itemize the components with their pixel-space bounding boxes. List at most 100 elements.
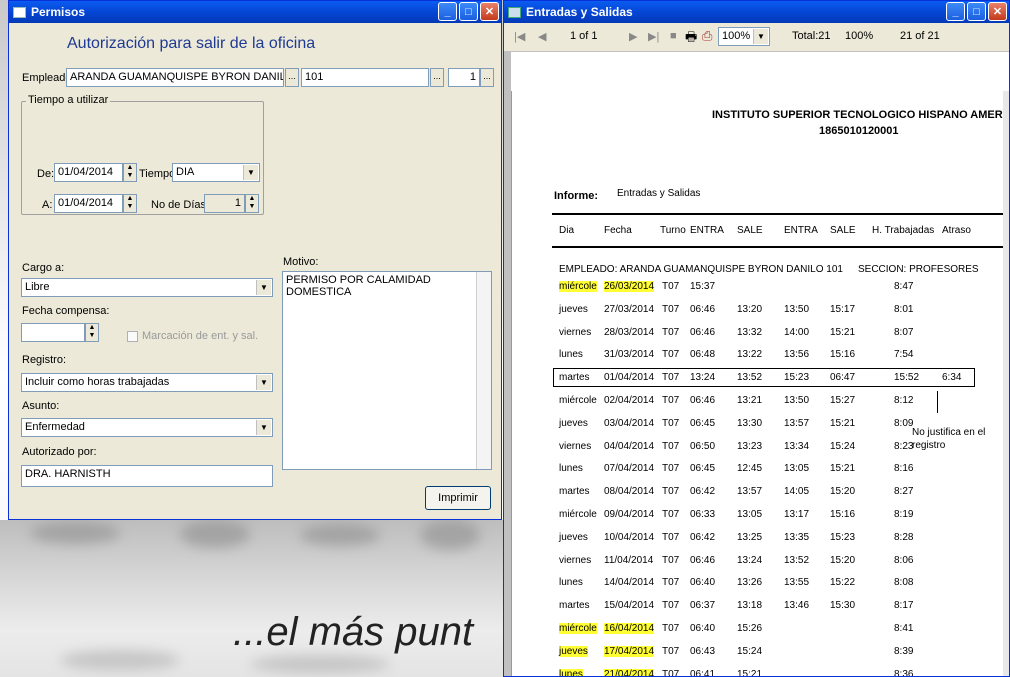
cell-atraso: 6:34 [942, 372, 962, 384]
cell-s1: 15:26 [737, 623, 763, 634]
cell-turno: T07 [662, 417, 680, 429]
dias-input[interactable]: 1 [204, 194, 245, 213]
cell-s2: 15:24 [830, 440, 856, 452]
cell-dia: viernes [559, 440, 592, 452]
cell-turno: T07 [662, 509, 680, 520]
zoom-readout: 100% [845, 30, 874, 42]
maximize-button[interactable]: □ [459, 2, 478, 21]
report-page-top [511, 52, 1009, 91]
spin-down-icon: ▼ [88, 332, 96, 339]
cell-turno: T07 [662, 623, 680, 634]
motivo-scrollbar[interactable] [476, 272, 491, 469]
cell-s1: 13:22 [737, 349, 763, 361]
cell-s1: 13:18 [737, 600, 763, 612]
column-header: Turno [660, 225, 686, 236]
next-page-icon[interactable]: ▶ [629, 30, 637, 43]
cell-dia: miércole [559, 281, 597, 292]
imprimir-button[interactable]: Imprimir [425, 486, 491, 510]
empleado-input[interactable]: ARANDA GUAMANQUISPE BYRON DANILO [66, 68, 284, 87]
code-search-button[interactable]: ... [430, 68, 444, 87]
chevron-down-icon[interactable]: ▼ [256, 375, 271, 390]
cell-ht: 15:52 [894, 372, 920, 384]
export-icon[interactable]: ⎙ [702, 28, 712, 44]
cell-dia: jueves [559, 531, 588, 543]
cell-s1: 13:26 [737, 577, 763, 589]
permisos-titlebar[interactable]: Permisos _ □ ✕ [9, 1, 501, 23]
autorizado-input[interactable]: DRA. HARNISTH [21, 465, 273, 487]
zoom-select[interactable]: 100% ▼ [718, 27, 770, 46]
spin-up-icon: ▲ [126, 164, 134, 171]
fecha-compensa-spinner[interactable]: ▲ ▼ [85, 323, 99, 342]
extra-search-button[interactable]: ... [480, 68, 494, 87]
a-date-input[interactable]: 01/04/2014 [54, 194, 123, 213]
maximize-button[interactable]: □ [967, 2, 986, 21]
cell-ht: 8:36 [894, 668, 914, 676]
registro-select[interactable]: Incluir como horas trabajadas ▼ [21, 373, 273, 392]
entradas-window: Entradas y Salidas _ □ ✕ |◀ ◀ 1 of 1 ▶ ▶… [503, 0, 1010, 677]
cell-s2: 15:17 [830, 303, 856, 315]
first-page-icon[interactable]: |◀ [514, 30, 525, 43]
motivo-textarea[interactable]: PERMISO POR CALAMIDAD DOMESTICA [282, 271, 492, 470]
cell-turno: T07 [662, 281, 680, 292]
cell-s2: 15:16 [830, 509, 856, 520]
de-date-spinner[interactable]: ▲ ▼ [123, 163, 137, 182]
zoom-select-value: 100% [722, 30, 751, 42]
cell-turno: T07 [662, 326, 680, 338]
cell-dia: martes [559, 600, 590, 612]
cell-dia: martes [559, 486, 590, 498]
last-page-icon[interactable]: ▶| [648, 30, 659, 43]
column-header: SALE [737, 225, 763, 236]
chevron-down-icon[interactable]: ▼ [753, 29, 768, 44]
cell-dia: lunes [559, 668, 583, 676]
tiempo-select[interactable]: DIA ▼ [172, 163, 260, 182]
cell-s2: 15:21 [830, 463, 856, 475]
close-button[interactable]: ✕ [988, 2, 1007, 21]
minimize-button[interactable]: _ [946, 2, 965, 21]
cell-s1: 13:20 [737, 303, 763, 315]
cell-ht: 8:23 [894, 440, 914, 452]
print-icon[interactable]: 🖶 [685, 28, 697, 50]
close-button[interactable]: ✕ [480, 2, 499, 21]
cell-e2: 13:50 [784, 395, 810, 406]
cell-dia: viernes [559, 554, 592, 566]
stop-icon[interactable]: ■ [670, 30, 677, 42]
de-date-input[interactable]: 01/04/2014 [54, 163, 123, 182]
empleado-extra-input[interactable]: 1 [448, 68, 480, 87]
asunto-select[interactable]: Enfermedad ▼ [21, 418, 273, 437]
cell-dia: lunes [559, 463, 583, 475]
autorizado-label: Autorizado por: [22, 446, 97, 458]
cell-e2: 13:35 [784, 531, 810, 543]
cell-ht: 8:27 [894, 486, 914, 498]
cell-turno: T07 [662, 600, 680, 612]
cell-e1: 06:40 [690, 577, 716, 589]
marcacion-checkbox[interactable] [127, 331, 138, 342]
cell-e1: 06:42 [690, 531, 716, 543]
cell-ht: 8:19 [894, 509, 914, 520]
registro-label: Registro: [22, 354, 67, 366]
motivo-text: PERMISO POR CALAMIDAD DOMESTICA [286, 274, 431, 298]
empleado-search-button[interactable]: ... [285, 68, 299, 87]
cell-e2: 13:34 [784, 440, 810, 452]
cell-fecha: 15/04/2014 [604, 600, 655, 612]
empleado-code-input[interactable]: 101 [301, 68, 429, 87]
chevron-down-icon[interactable]: ▼ [256, 420, 271, 435]
column-header: SALE [830, 225, 856, 236]
cell-fecha: 16/04/2014 [604, 623, 655, 634]
chevron-down-icon[interactable]: ▼ [243, 165, 258, 180]
a-date-spinner[interactable]: ▲ ▼ [123, 194, 137, 213]
cell-turno: T07 [662, 440, 680, 452]
entradas-titlebar[interactable]: Entradas y Salidas _ □ ✕ [504, 1, 1009, 23]
minimize-button[interactable]: _ [438, 2, 457, 21]
report-scrollbar[interactable] [1003, 91, 1009, 676]
cargo-select[interactable]: Libre ▼ [21, 278, 273, 297]
cell-s1: 13:52 [737, 372, 763, 384]
dias-spinner[interactable]: ▲ ▼ [245, 194, 259, 213]
cell-dia: lunes [559, 577, 583, 589]
cell-s2: 15:20 [830, 486, 856, 498]
cell-s2: 06:47 [830, 372, 856, 384]
header-rule-top [552, 213, 1009, 215]
cell-s2: 15:27 [830, 395, 856, 406]
chevron-down-icon[interactable]: ▼ [256, 280, 271, 295]
fecha-compensa-input[interactable] [21, 323, 85, 342]
prev-page-icon[interactable]: ◀ [538, 30, 546, 43]
